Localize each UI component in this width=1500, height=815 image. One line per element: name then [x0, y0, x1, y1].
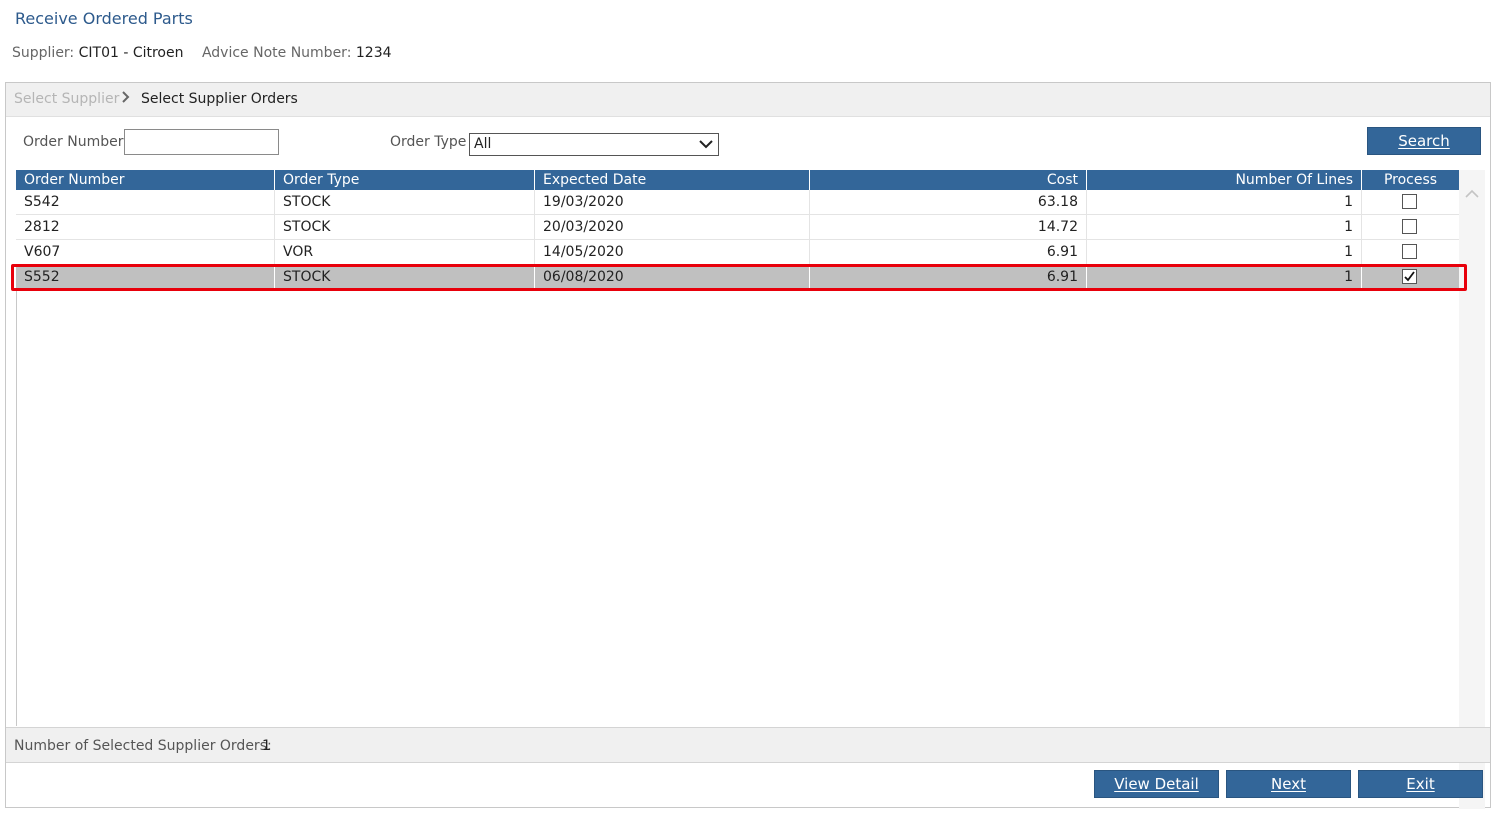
advice-note-label: Advice Note Number:: [201, 45, 352, 61]
view-detail-button-label: View Detail: [1114, 775, 1199, 793]
selected-orders-label: Number of Selected Supplier Orders:: [14, 738, 272, 754]
order-type-select[interactable]: All: [469, 133, 719, 156]
orders-panel: Select Supplier Select Supplier Orders O…: [5, 82, 1491, 809]
chevron-down-icon: [698, 136, 714, 152]
supplier-value: CIT01 - Citroen: [78, 45, 184, 61]
order-number-input[interactable]: [124, 129, 279, 155]
cell-expected-date: 19/03/2020: [535, 190, 810, 214]
breadcrumb-select-supplier-orders: Select Supplier Orders: [141, 91, 298, 107]
cell-order-type: STOCK: [275, 190, 535, 214]
cell-order-number: V607: [16, 240, 275, 264]
selected-row-highlight: [11, 264, 1467, 291]
column-header-number-of-lines[interactable]: Number Of Lines: [1087, 170, 1362, 190]
breadcrumb-select-supplier[interactable]: Select Supplier: [14, 91, 119, 107]
orders-grid: Order Number Order Type Expected Date Co…: [16, 170, 1459, 726]
view-detail-button[interactable]: View Detail: [1094, 770, 1219, 798]
search-button-label: Search: [1398, 132, 1450, 150]
advice-note-value: 1234: [355, 45, 392, 61]
cell-order-number: S542: [16, 190, 275, 214]
order-type-selected-value: All: [474, 136, 492, 152]
process-checkbox[interactable]: [1402, 194, 1417, 209]
scroll-up-icon[interactable]: [1464, 188, 1480, 200]
next-button[interactable]: Next: [1226, 770, 1351, 798]
exit-button-label: Exit: [1406, 775, 1435, 793]
cell-order-type: STOCK: [275, 215, 535, 239]
cell-cost: 6.91: [810, 240, 1087, 264]
page-title: Receive Ordered Parts: [15, 9, 193, 28]
column-header-order-type[interactable]: Order Type: [275, 170, 535, 190]
process-checkbox[interactable]: [1402, 219, 1417, 234]
supplier-label: Supplier:: [12, 45, 75, 61]
table-row[interactable]: V607 VOR 14/05/2020 6.91 1: [16, 240, 1459, 265]
cell-cost: 63.18: [810, 190, 1087, 214]
order-type-label: Order Type: [390, 134, 467, 150]
cell-expected-date: 14/05/2020: [535, 240, 810, 264]
supplier-info: Supplier: CIT01 - Citroen Advice Note Nu…: [12, 45, 392, 61]
column-header-order-number[interactable]: Order Number: [16, 170, 275, 190]
cell-number-of-lines: 1: [1087, 215, 1362, 239]
cell-cost: 14.72: [810, 215, 1087, 239]
status-bar: Number of Selected Supplier Orders: 1: [6, 727, 1490, 763]
grid-header: Order Number Order Type Expected Date Co…: [16, 170, 1459, 190]
order-number-label: Order Number: [23, 134, 124, 150]
chevron-right-icon: [121, 89, 131, 109]
table-row[interactable]: S542 STOCK 19/03/2020 63.18 1: [16, 190, 1459, 215]
column-header-cost[interactable]: Cost: [810, 170, 1087, 190]
cell-order-type: VOR: [275, 240, 535, 264]
selected-orders-count: 1: [262, 738, 271, 754]
table-row[interactable]: 2812 STOCK 20/03/2020 14.72 1: [16, 215, 1459, 240]
cell-number-of-lines: 1: [1087, 190, 1362, 214]
exit-button[interactable]: Exit: [1358, 770, 1483, 798]
next-button-label: Next: [1271, 775, 1306, 793]
search-button[interactable]: Search: [1367, 127, 1481, 155]
cell-order-number: 2812: [16, 215, 275, 239]
column-header-expected-date[interactable]: Expected Date: [535, 170, 810, 190]
process-checkbox[interactable]: [1402, 244, 1417, 259]
breadcrumb: Select Supplier Select Supplier Orders: [6, 83, 1490, 117]
cell-number-of-lines: 1: [1087, 240, 1362, 264]
cell-expected-date: 20/03/2020: [535, 215, 810, 239]
column-header-process[interactable]: Process: [1362, 170, 1459, 190]
